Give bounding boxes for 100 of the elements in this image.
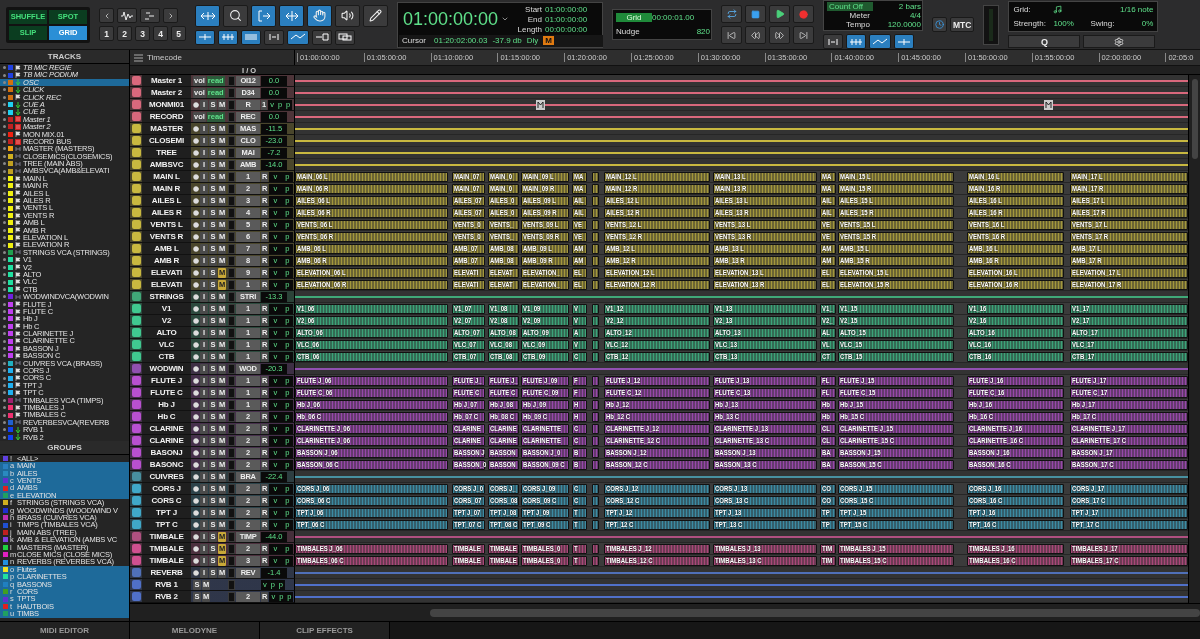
swing-label: Swing: <box>1089 19 1116 28</box>
track-name: TPT C <box>142 519 191 530</box>
quantize-button[interactable]: Q <box>1008 35 1081 48</box>
visibility-dot <box>3 258 6 262</box>
visibility-dot <box>3 435 6 439</box>
track-name: V1 <box>142 303 191 314</box>
visibility-dot <box>3 287 6 291</box>
meter-label: Meter <box>848 11 871 20</box>
track-name: AILES R <box>142 207 191 218</box>
grid-label: Grid: <box>1013 5 1032 14</box>
list-icon <box>134 53 143 62</box>
counter-label: Length <box>516 24 543 35</box>
master-icon <box>15 138 21 145</box>
hand-icon <box>313 9 326 22</box>
zoom-tool-button[interactable] <box>223 4 248 27</box>
skip-back-icon <box>727 30 736 40</box>
bottom-tab[interactable]: CLIP EFFECTS <box>260 622 390 639</box>
visibility-dot <box>3 169 6 173</box>
zoom-preset-button[interactable]: 1 <box>99 26 114 41</box>
bars-icon <box>849 37 863 46</box>
visibility-dot <box>3 80 6 84</box>
zoom-preset-button[interactable]: 2 <box>117 26 132 41</box>
tab-mode-button[interactable] <box>264 29 284 45</box>
stop-button[interactable] <box>745 5 766 23</box>
window-mode-button[interactable] <box>335 29 355 45</box>
loop-button[interactable] <box>721 5 742 23</box>
visibility-dot <box>3 280 6 284</box>
settings-icon <box>1114 36 1125 47</box>
wait-button[interactable] <box>823 34 843 49</box>
strength-label: Strength: <box>1013 19 1047 28</box>
visibility-dot <box>3 221 6 225</box>
bars-value: 2 bars <box>897 2 921 11</box>
track-name: REVERB <box>142 567 191 578</box>
visibility-dot <box>3 132 6 136</box>
vca-icon <box>15 397 21 404</box>
fast-forward-icon <box>775 30 784 40</box>
bottom-tab[interactable]: MELODYNE <box>130 622 260 639</box>
merge-button[interactable] <box>869 34 891 49</box>
track-name: RECORD <box>142 111 191 122</box>
skip-forward-button[interactable] <box>793 26 814 44</box>
track-name: STRINGS <box>142 291 191 302</box>
visibility-dot <box>3 214 6 217</box>
record-arm-icon <box>193 101 199 108</box>
counter-value: 00:00:00:00 <box>545 24 589 35</box>
cross-mode-button[interactable] <box>312 29 332 45</box>
visibility-dot <box>3 376 6 380</box>
click-button[interactable] <box>846 34 866 49</box>
m-indicator: M <box>543 36 554 45</box>
left-arrow-button[interactable] <box>99 8 114 23</box>
visibility-dot <box>3 339 6 343</box>
clock-button[interactable] <box>932 17 947 32</box>
play-button[interactable] <box>769 5 790 23</box>
grab-tool-button[interactable] <box>307 4 332 27</box>
bottom-tab[interactable]: MIDI EDITOR <box>0 622 130 639</box>
flag-icon <box>15 94 21 101</box>
track-name: TIMBALE <box>142 531 191 542</box>
spread-mode-button[interactable] <box>218 29 238 45</box>
zoom-preset-button[interactable]: 4 <box>153 26 168 41</box>
track-name: AMBSVC <box>142 159 191 170</box>
visibility-dot <box>3 428 6 432</box>
delay-label: Dly <box>526 36 539 45</box>
panel-title: GROUPS <box>47 442 82 452</box>
link-mode-button[interactable] <box>287 29 309 45</box>
input-button[interactable] <box>894 34 914 49</box>
record-icon <box>799 9 808 19</box>
visibility-dot <box>3 310 6 314</box>
list-mode-button[interactable] <box>241 29 261 45</box>
insert-mode-button[interactable] <box>195 29 215 45</box>
note-icon <box>1053 5 1063 14</box>
select-tool-button[interactable] <box>279 4 304 27</box>
tempo-label: Tempo <box>845 20 871 29</box>
spread-arrows-icon <box>199 10 216 21</box>
record-button[interactable] <box>793 5 814 23</box>
midi-zoom-button[interactable] <box>140 8 160 23</box>
settings-button[interactable] <box>1083 35 1156 48</box>
waveform-zoom-button[interactable] <box>117 8 137 23</box>
track-name: Hb C <box>142 411 191 422</box>
zoom-preset-button[interactable]: 5 <box>171 26 186 41</box>
right-arrow-button[interactable] <box>163 8 178 23</box>
vca-icon <box>15 419 21 426</box>
track-name: TREE <box>142 147 191 158</box>
mtc-button[interactable]: MTC <box>950 17 975 32</box>
counter-value: 01:00:00:00 <box>545 4 589 15</box>
fast-forward-button[interactable] <box>769 26 790 44</box>
visibility-dot <box>3 354 6 358</box>
zoom-preset-button[interactable]: 3 <box>135 26 150 41</box>
visibility-dot <box>3 406 6 410</box>
skip-back-button[interactable] <box>721 26 742 44</box>
pencil-tool-button[interactable] <box>363 4 388 27</box>
visibility-dot <box>3 103 6 107</box>
spread-tool-button[interactable] <box>195 4 220 27</box>
vca-icon <box>15 293 21 300</box>
visibility-dot <box>3 110 6 114</box>
trim-tool-button[interactable] <box>251 4 276 27</box>
track-name: TMIBALE <box>142 543 191 554</box>
rewind-button[interactable] <box>745 26 766 44</box>
plus-line-icon <box>897 37 911 46</box>
rewind-icon <box>751 30 760 40</box>
track-name: RVB 1 <box>142 579 191 590</box>
speaker-tool-button[interactable] <box>335 4 360 27</box>
